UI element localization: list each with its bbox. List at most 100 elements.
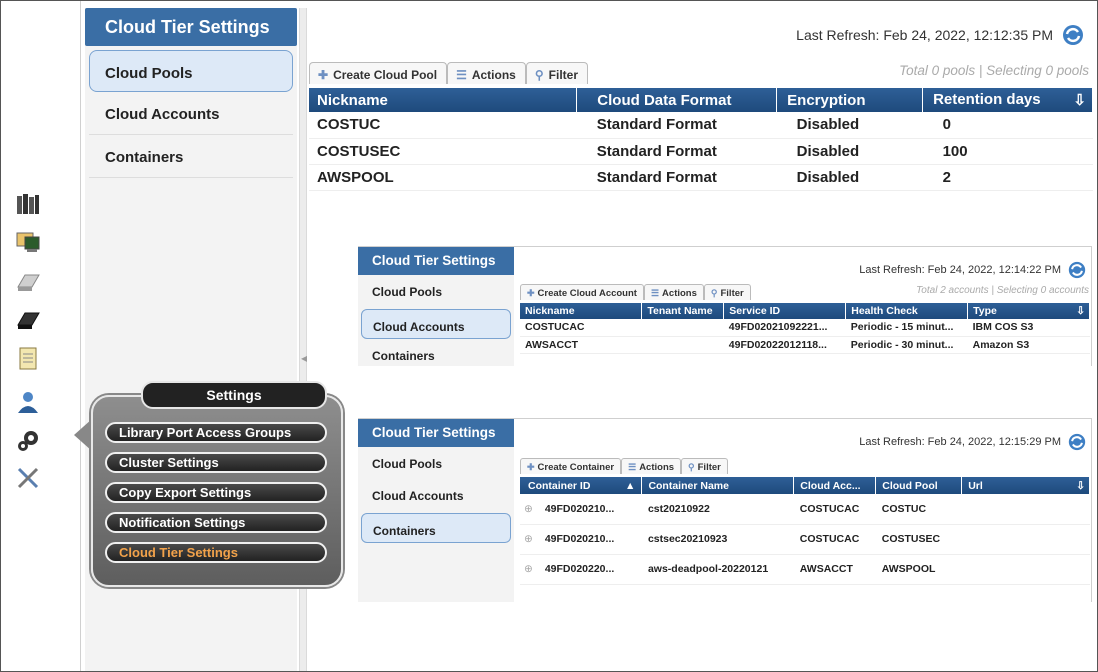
cell-type: Amazon S3	[967, 336, 1090, 354]
inset-nav-cloud-accounts[interactable]: Cloud Accounts	[361, 309, 511, 339]
table-row[interactable]: COSTUC Standard Format Disabled 0	[309, 112, 1093, 139]
icon-bar	[1, 1, 81, 671]
menu-item-copy-export-settings[interactable]: Copy Export Settings	[105, 482, 327, 503]
column-header-health[interactable]: Health Check	[845, 303, 969, 319]
filter-label: Filter	[548, 68, 578, 82]
menu-item-cluster-settings[interactable]: Cluster Settings	[105, 452, 327, 473]
create-cloud-pool-button[interactable]: ✚ Create Cloud Pool	[309, 62, 448, 84]
cell-nickname: COSTUC	[309, 112, 577, 139]
expand-row-icon[interactable]: ⊕	[524, 533, 533, 545]
sort-ascending-icon[interactable]: ▲	[625, 480, 635, 492]
table-row[interactable]: COSTUSEC Standard Format Disabled 100	[309, 138, 1093, 165]
virtual-icon[interactable]	[15, 269, 41, 295]
nav-title: Cloud Tier Settings	[85, 8, 297, 46]
url-header-label: Url	[968, 479, 983, 492]
search-icon: ⚲	[710, 288, 718, 298]
search-icon: ⚲	[688, 462, 695, 472]
nav-item-containers[interactable]: Containers	[85, 135, 297, 177]
physical-icon[interactable]	[15, 307, 41, 333]
refresh-icon[interactable]	[1061, 24, 1085, 46]
menu-item-library-port-access-groups[interactable]: Library Port Access Groups	[105, 422, 327, 443]
cell-nickname: AWSACCT	[520, 336, 642, 354]
nav-item-cloud-accounts[interactable]: Cloud Accounts	[85, 92, 297, 134]
column-header-container-id[interactable]: Container ID ▲	[520, 477, 643, 494]
nav-item-cloud-pools[interactable]: Cloud Pools	[89, 50, 293, 92]
containers-panel-title: Cloud Tier Settings	[358, 419, 514, 447]
cell-retention[interactable]: 2	[922, 164, 1093, 191]
cell-nickname: COSTUCAC	[520, 319, 642, 337]
menu-item-notification-settings[interactable]: Notification Settings	[105, 512, 327, 533]
cell-service-id: 49FD02021092221...	[723, 319, 846, 337]
inset-nav-cloud-pools[interactable]: Cloud Pools	[358, 275, 514, 307]
inset-nav-cloud-pools[interactable]: Cloud Pools	[358, 447, 514, 479]
cell-nickname: AWSPOOL	[309, 164, 577, 191]
column-header-service-id[interactable]: Service ID	[723, 303, 847, 319]
column-header-type[interactable]: Type ⇩	[967, 303, 1090, 319]
inset-nav-cloud-accounts[interactable]: Cloud Accounts	[358, 479, 514, 511]
table-row[interactable]: ⊕ 49FD020210... cst20210922 COSTUCAC COST…	[520, 494, 1090, 525]
app-window: Cloud Tier Settings Cloud Pools Cloud Ac…	[0, 0, 1098, 672]
filter-label: Filter	[720, 288, 744, 299]
container-id-header-label: Container ID	[528, 479, 591, 492]
cell-encryption: Disabled	[776, 112, 923, 139]
containers-refresh-bar: Last Refresh: Feb 24, 2022, 12:15:29 PM	[859, 433, 1087, 451]
actions-label: Actions	[662, 288, 697, 299]
table-row[interactable]: ⊕ 49FD020210... cstsec20210923 COSTUCAC C…	[520, 524, 1090, 555]
create-cloud-account-button[interactable]: ✚ Create Cloud Account	[520, 284, 644, 300]
table-row[interactable]: AWSACCT 49FD02022012118... Periodic - 30…	[520, 336, 1090, 354]
accounts-toolbar: ✚ Create Cloud Account ☰ Actions ⚲ Filter	[520, 283, 751, 300]
system-icon[interactable]	[15, 191, 41, 217]
table-row[interactable]: ⊕ 49FD020220... aws-deadpool-20220121 AWS…	[520, 554, 1090, 585]
cell-url	[961, 524, 1090, 555]
logs-icon[interactable]	[15, 345, 41, 371]
column-chooser-icon[interactable]: ⇩	[1076, 480, 1085, 492]
inset-nav-containers[interactable]: Containers	[358, 339, 514, 371]
cell-tenant	[641, 319, 724, 337]
inset-nav-containers[interactable]: Containers	[361, 513, 511, 543]
cell-container-id: ⊕ 49FD020220...	[520, 554, 642, 585]
expand-row-icon[interactable]: ⊕	[524, 503, 533, 515]
actions-button[interactable]: ☰ Actions	[643, 284, 704, 300]
cell-container-name: cst20210922	[641, 494, 794, 525]
settings-gear-icon[interactable]	[15, 427, 41, 453]
column-header-encryption[interactable]: Encryption	[776, 88, 924, 112]
column-header-cloud-account[interactable]: Cloud Acc...	[793, 477, 877, 494]
create-label: Create Cloud Pool	[333, 68, 438, 82]
column-header-url[interactable]: Url ⇩	[961, 477, 1090, 494]
refresh-icon[interactable]	[1067, 261, 1087, 279]
column-header-retention[interactable]: Retention days ⇩	[922, 88, 1093, 112]
filter-button[interactable]: ⚲ Filter	[703, 284, 751, 300]
column-header-format[interactable]: Cloud Data Format	[576, 88, 778, 112]
cell-retention[interactable]: 100	[922, 138, 1093, 165]
search-icon: ⚲	[534, 68, 544, 82]
cell-retention[interactable]: 0	[922, 112, 1093, 139]
table-row[interactable]: COSTUCAC 49FD02021092221... Periodic - 1…	[520, 319, 1090, 337]
cell-cloud-account: AWSACCT	[793, 554, 876, 585]
column-header-nickname[interactable]: Nickname	[520, 303, 643, 319]
column-header-nickname[interactable]: Nickname	[309, 88, 578, 112]
filter-button[interactable]: ⚲ Filter	[525, 62, 588, 84]
create-container-button[interactable]: ✚ Create Container	[520, 458, 622, 474]
filter-button[interactable]: ⚲ Filter	[681, 458, 728, 474]
actions-button[interactable]: ☰ Actions	[447, 62, 526, 84]
service-tools-icon[interactable]	[15, 465, 41, 491]
column-chooser-icon[interactable]: ⇩	[1076, 305, 1085, 317]
column-header-container-name[interactable]: Container Name	[641, 477, 795, 494]
column-chooser-icon[interactable]: ⇩	[1073, 91, 1086, 109]
cell-container-name: cstsec20210923	[641, 524, 794, 555]
column-header-cloud-pool[interactable]: Cloud Pool	[875, 477, 963, 494]
table-row[interactable]: AWSPOOL Standard Format Disabled 2	[309, 164, 1093, 191]
refresh-icon[interactable]	[1067, 433, 1087, 451]
menu-item-cloud-tier-settings[interactable]: Cloud Tier Settings	[105, 542, 327, 563]
plus-icon: ✚	[527, 462, 535, 472]
monitor-icon[interactable]	[15, 229, 41, 255]
cell-container-name: aws-deadpool-20220121	[641, 554, 794, 585]
cell-encryption: Disabled	[776, 164, 923, 191]
actions-button[interactable]: ☰ Actions	[621, 458, 682, 474]
column-header-tenant[interactable]: Tenant Name	[641, 303, 725, 319]
cell-cloud-account: COSTUCAC	[793, 524, 876, 555]
container-id-value: 49FD020210...	[544, 502, 615, 515]
access-icon[interactable]	[15, 389, 41, 415]
expand-row-icon[interactable]: ⊕	[524, 563, 533, 575]
popup-pointer	[74, 419, 92, 451]
